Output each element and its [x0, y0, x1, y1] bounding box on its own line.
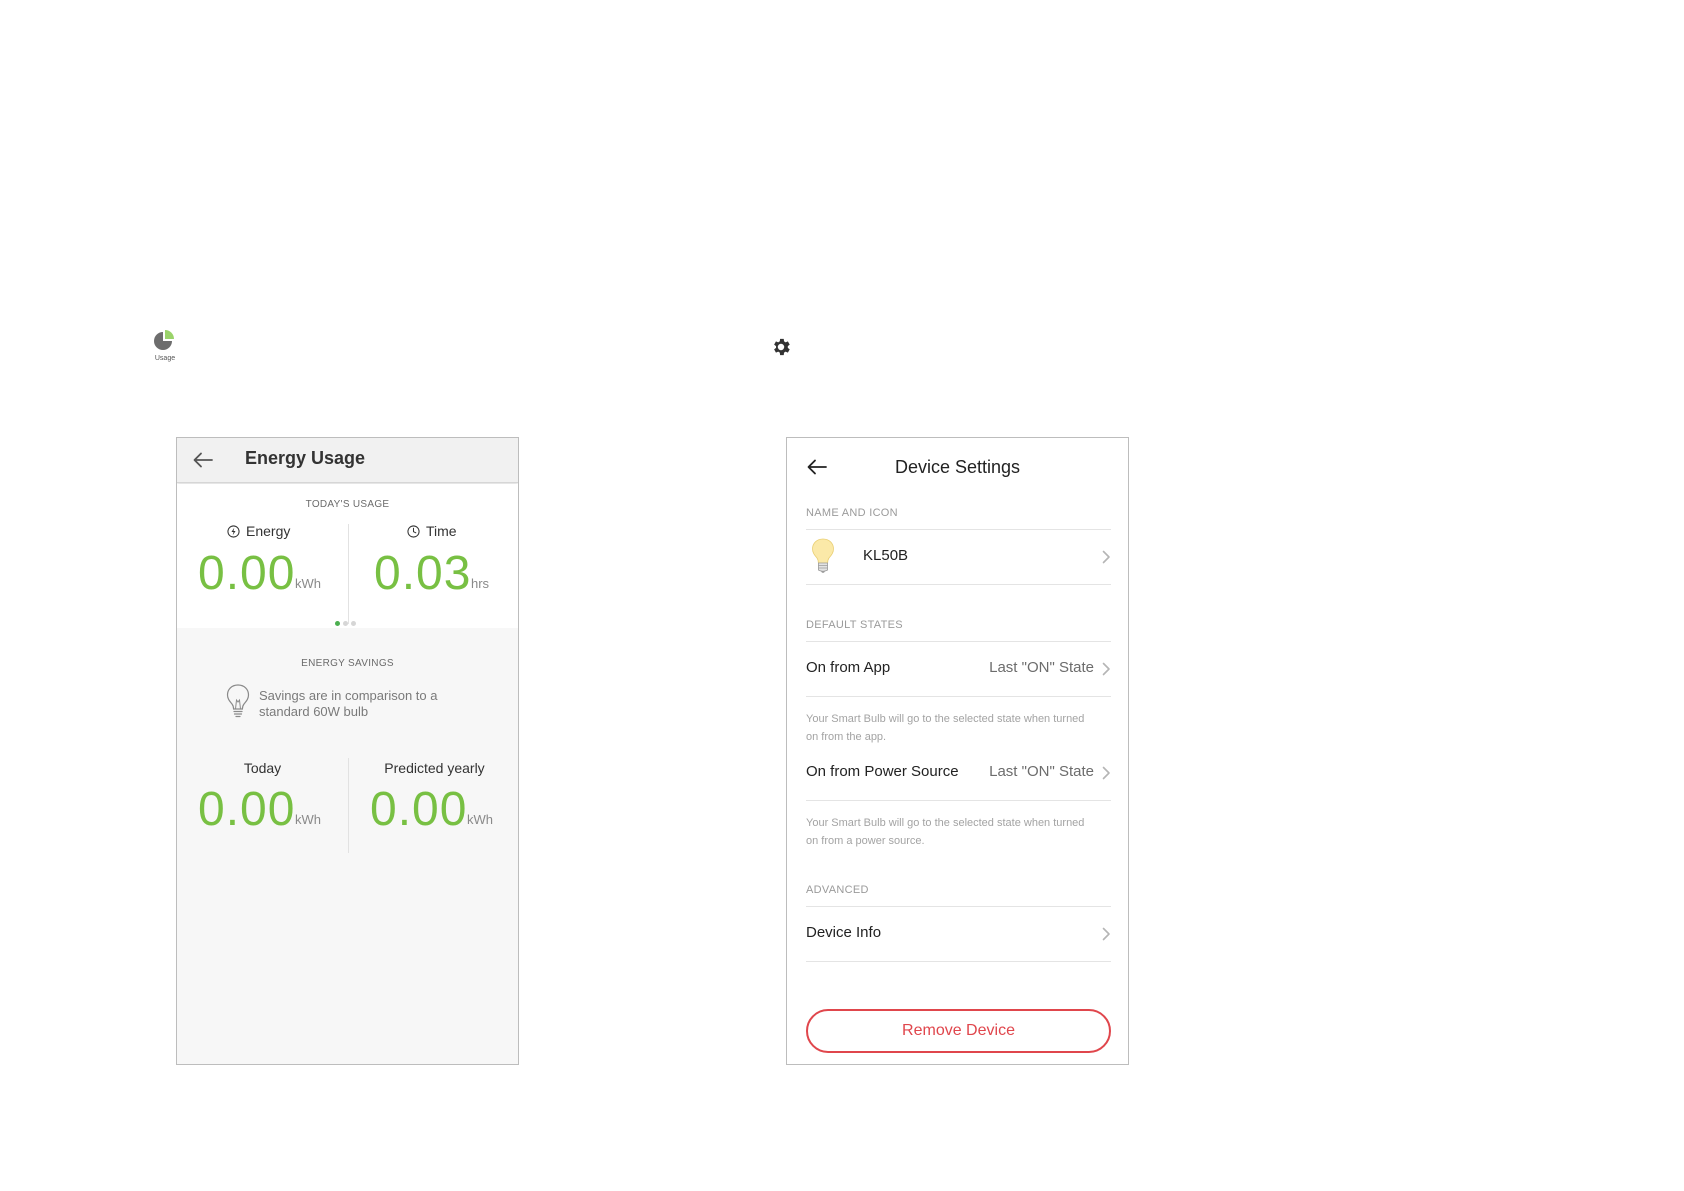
bulb-icon: [812, 538, 834, 573]
energy-value: 0.00: [198, 547, 296, 600]
device-name-row[interactable]: KL50B: [806, 530, 1111, 584]
energy-metric-label: Energy: [246, 523, 291, 539]
on-from-power-value: Last "ON" State: [989, 763, 1094, 780]
divider: [806, 696, 1111, 697]
todays-usage-label: TODAY'S USAGE: [305, 499, 390, 510]
chevron-right-icon: [1102, 927, 1110, 941]
metric-divider: [348, 524, 349, 624]
default-states-label: DEFAULT STATES: [806, 619, 903, 631]
on-from-app-hint: Your Smart Bulb will go to the selected …: [806, 713, 1085, 743]
predicted-yearly-label: Predicted yearly: [384, 760, 485, 776]
on-from-power-hint: Your Smart Bulb will go to the selected …: [806, 817, 1085, 847]
todays-usage-card[interactable]: TODAY'S USAGE Energy 0.00 kWh Time 0.03 …: [177, 484, 518, 628]
chevron-right-icon: [1102, 766, 1110, 780]
advanced-label: ADVANCED: [806, 884, 869, 896]
device-settings-screen: Device Settings NAME AND ICON KL50B DEFA…: [786, 437, 1129, 1065]
divider: [806, 961, 1111, 962]
energy-metric-header: Energy: [227, 523, 290, 539]
remove-device-button[interactable]: Remove Device: [806, 1009, 1111, 1053]
back-arrow-icon[interactable]: [193, 452, 213, 468]
page-indicator-dot: [343, 621, 348, 626]
divider: [806, 800, 1111, 801]
savings-note: Savings are in comparison to a standard …: [259, 688, 438, 719]
on-from-power-label: On from Power Source: [806, 763, 959, 780]
predicted-yearly-value: 0.00: [370, 783, 468, 836]
today-savings-value: 0.00: [198, 783, 296, 836]
energy-unit: kWh: [295, 576, 321, 591]
page-indicator-dot: [351, 621, 356, 626]
energy-savings-section: ENERGY SAVINGS Savings are in comparison…: [177, 628, 518, 1064]
predicted-yearly-header: Predicted yearly: [349, 760, 518, 776]
time-metric-header: Time: [407, 523, 457, 539]
energy-usage-screen: Energy Usage TODAY'S USAGE Energy 0.00 k…: [176, 437, 519, 1065]
today-savings-unit: kWh: [295, 812, 321, 827]
clock-icon: [407, 524, 420, 538]
energy-savings-label: ENERGY SAVINGS: [301, 658, 394, 669]
gear-icon: [774, 338, 790, 356]
on-from-app-row[interactable]: On from App Last "ON" State: [806, 642, 1111, 696]
page-title: Device Settings: [894, 457, 1021, 477]
device-info-row[interactable]: Device Info: [806, 907, 1111, 961]
energy-usage-body: TODAY'S USAGE Energy 0.00 kWh Time 0.03 …: [177, 484, 518, 1064]
on-from-app-label: On from App: [806, 659, 891, 676]
chevron-right-icon: [1102, 662, 1110, 676]
predicted-yearly-unit: kWh: [467, 812, 493, 827]
device-info-label: Device Info: [806, 924, 882, 941]
time-metric-label: Time: [426, 523, 457, 539]
on-from-app-value: Last "ON" State: [989, 659, 1094, 676]
page-indicator-dot: [335, 621, 340, 626]
usage-icon-label: Usage: [154, 355, 176, 362]
lightbulb-outline-icon: [226, 684, 250, 718]
usage-pie-icon: [154, 330, 174, 350]
lightning-circle-icon: [227, 524, 240, 538]
time-unit: hrs: [471, 576, 490, 591]
today-savings-label: Today: [243, 760, 282, 776]
page-title: Energy Usage: [245, 448, 366, 468]
device-name: KL50B: [863, 547, 909, 564]
time-value: 0.03: [374, 547, 472, 600]
chevron-right-icon: [1102, 550, 1110, 564]
today-savings-header: Today: [177, 760, 348, 776]
divider: [806, 584, 1111, 585]
energy-usage-header: Energy Usage: [177, 438, 518, 483]
name-and-icon-label: NAME AND ICON: [806, 507, 898, 519]
on-from-power-row[interactable]: On from Power Source Last "ON" State: [806, 746, 1111, 800]
